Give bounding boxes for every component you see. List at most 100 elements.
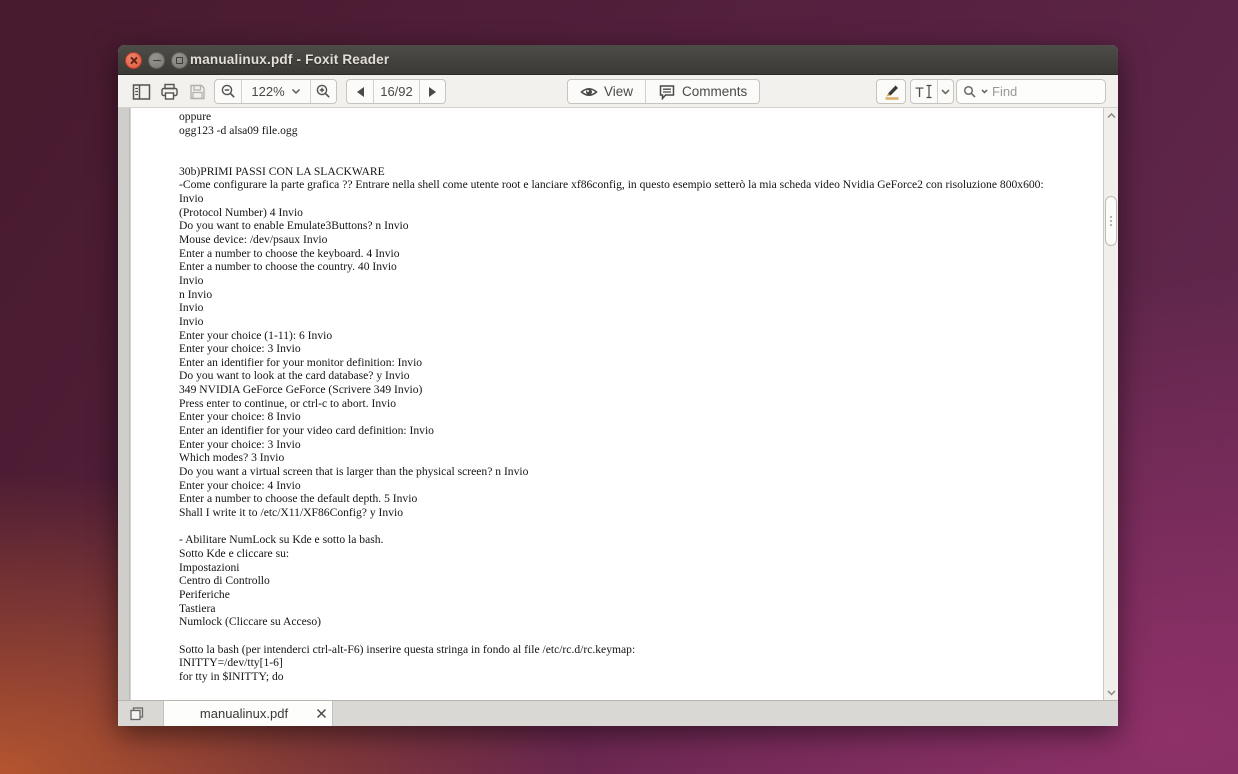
document-line: Invio [179, 192, 1089, 206]
scroll-up-icon [1107, 113, 1116, 119]
zoom-level-value: 122% [251, 84, 284, 99]
highlighter-pen-icon [882, 82, 901, 101]
comments-tab-button[interactable]: Comments [645, 80, 759, 103]
scrollbar-thumb[interactable] [1105, 196, 1117, 246]
document-line: Impostazioni [179, 561, 1089, 575]
zoom-level-dropdown[interactable]: 122% [241, 80, 310, 103]
document-line: Enter a number to choose the default dep… [179, 492, 1089, 506]
foxit-reader-window: manualinux.pdf - Foxit Reader [118, 45, 1118, 726]
scroll-up-button[interactable] [1105, 109, 1117, 122]
comment-bubble-icon [658, 84, 676, 100]
document-tab[interactable]: manualinux.pdf [163, 701, 333, 726]
chevron-down-icon [291, 88, 301, 95]
thumb-grip-dot [1110, 216, 1112, 218]
maximize-icon [176, 57, 183, 64]
previous-page-icon [357, 87, 364, 97]
document-line: Mouse device: /dev/psaux Invio [179, 233, 1089, 247]
document-line: Enter your choice (1-11): 6 Invio [179, 329, 1089, 343]
titlebar: manualinux.pdf - Foxit Reader [118, 45, 1118, 75]
toolbar: 122% 16/92 [118, 75, 1118, 108]
scroll-down-icon [1107, 690, 1116, 696]
pdf-text: oppureogg123 -d alsa09 file.ogg 30b)PRIM… [131, 108, 1103, 684]
find-search-box [956, 79, 1106, 104]
next-page-button[interactable] [419, 80, 445, 103]
document-line: n Invio [179, 288, 1089, 302]
view-comments-group: View Comments [567, 79, 760, 104]
text-select-tool-button[interactable]: T [911, 80, 937, 103]
text-cursor-icon [925, 84, 933, 99]
document-line: Shall I write it to /etc/X11/XF86Config?… [179, 506, 1089, 520]
tab-close-button[interactable] [310, 701, 332, 726]
document-tabbar: manualinux.pdf [118, 700, 1118, 726]
next-page-icon [429, 87, 436, 97]
text-tool-dropdown-button[interactable] [937, 80, 953, 103]
document-line: Sotto Kde e cliccare su: [179, 547, 1089, 561]
chevron-down-icon [941, 89, 950, 95]
document-line: Invio [179, 315, 1089, 329]
document-view: oppureogg123 -d alsa09 file.ogg 30b)PRIM… [118, 108, 1118, 700]
document-line [179, 151, 1089, 165]
document-line: Enter your choice: 8 Invio [179, 410, 1089, 424]
scroll-down-button[interactable] [1105, 686, 1117, 699]
print-button[interactable] [157, 80, 181, 103]
maximize-window-button[interactable] [171, 52, 188, 69]
document-line: Centro di Controllo [179, 574, 1089, 588]
search-icon [963, 85, 977, 99]
document-line: Enter your choice: 3 Invio [179, 342, 1089, 356]
eye-icon [580, 85, 598, 99]
document-line: Invio [179, 274, 1089, 288]
stacked-pages-icon [129, 706, 145, 722]
printer-icon [159, 82, 180, 102]
document-line: (Protocol Number) 4 Invio [179, 206, 1089, 220]
highlight-tool-button[interactable] [876, 79, 906, 104]
pdf-page: oppureogg123 -d alsa09 file.ogg 30b)PRIM… [131, 108, 1103, 700]
tab-list-button[interactable] [127, 705, 147, 723]
document-line: -Come configurare la parte grafica ?? En… [179, 178, 1089, 192]
document-line: 349 NVIDIA GeForce GeForce (Scrivere 349… [179, 383, 1089, 397]
document-line [179, 629, 1089, 643]
view-tab-button[interactable]: View [568, 80, 645, 103]
document-line: for tty in $INITTY; do [179, 670, 1089, 684]
vertical-scrollbar[interactable] [1103, 108, 1118, 700]
document-line: oppure [179, 110, 1089, 124]
zoom-in-button[interactable] [310, 80, 336, 103]
document-line: ogg123 -d alsa09 file.ogg [179, 124, 1089, 138]
document-left-gutter [118, 108, 130, 700]
view-label: View [604, 84, 633, 99]
zoom-out-button[interactable] [215, 80, 241, 103]
document-line: 30b)PRIMI PASSI CON LA SLACKWARE [179, 165, 1089, 179]
zoom-controls-group: 122% [214, 79, 337, 104]
close-icon [130, 57, 138, 65]
window-title: manualinux.pdf - Foxit Reader [190, 45, 389, 75]
zoom-in-icon [315, 83, 332, 100]
page-navigation-group: 16/92 [346, 79, 446, 104]
document-line: Enter an identifier for your monitor def… [179, 356, 1089, 370]
document-line: Which modes? 3 Invio [179, 451, 1089, 465]
zoom-out-icon [220, 83, 237, 100]
document-line: Enter your choice: 3 Invio [179, 438, 1089, 452]
document-line: Tastiera [179, 602, 1089, 616]
sidebar-toggle-button[interactable] [129, 80, 153, 103]
text-tool-t-label: T [915, 84, 924, 100]
document-line: Press enter to continue, or ctrl-c to ab… [179, 397, 1089, 411]
sidebar-panel-icon [131, 82, 152, 102]
document-line [179, 520, 1089, 534]
thumb-grip-dot [1110, 224, 1112, 226]
document-line: Enter your choice: 4 Invio [179, 479, 1089, 493]
close-window-button[interactable] [125, 52, 142, 69]
search-options-chevron-icon [981, 89, 988, 94]
comments-label: Comments [682, 84, 747, 99]
minimize-window-button[interactable] [148, 52, 165, 69]
text-select-tool-group: T [910, 79, 954, 104]
document-line: Do you want to look at the card database… [179, 369, 1089, 383]
document-line: INITTY=/dev/tty[1-6] [179, 656, 1089, 670]
minimize-icon [153, 60, 161, 62]
page-number-field[interactable]: 16/92 [373, 80, 419, 103]
document-line: Enter a number to choose the keyboard. 4… [179, 247, 1089, 261]
find-input[interactable] [992, 84, 1092, 99]
save-button[interactable] [185, 80, 209, 103]
document-line: Invio [179, 301, 1089, 315]
document-line: Do you want to enable Emulate3Buttons? n… [179, 219, 1089, 233]
document-line: Enter an identifier for your video card … [179, 424, 1089, 438]
previous-page-button[interactable] [347, 80, 373, 103]
